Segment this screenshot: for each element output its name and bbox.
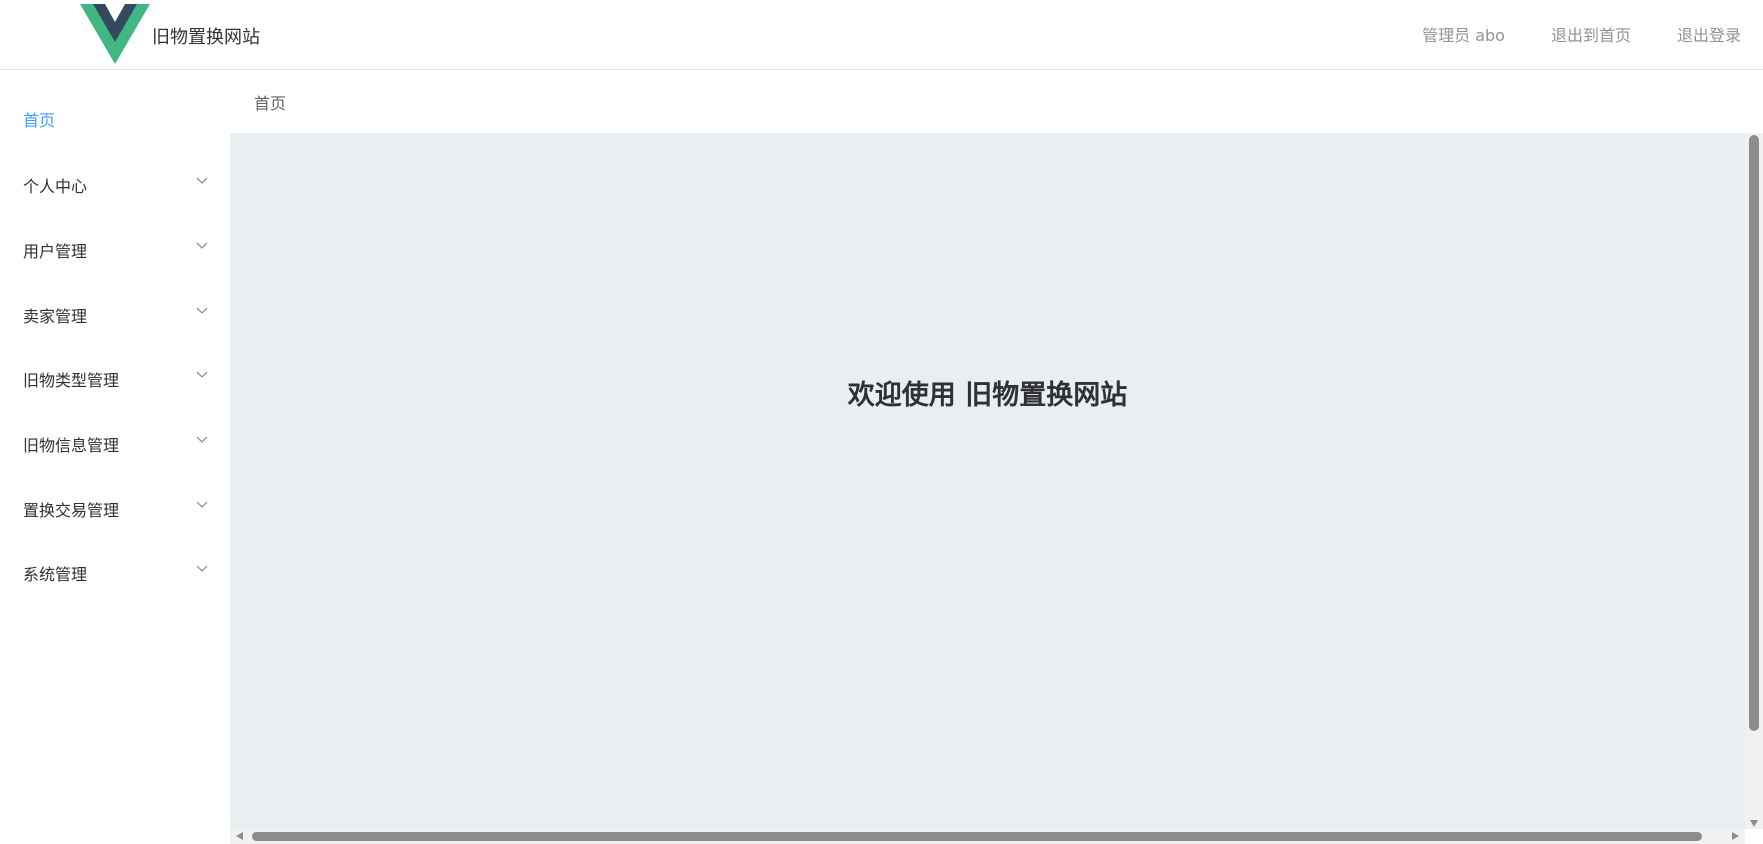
sidebar-item-label: 个人中心	[23, 177, 88, 196]
admin-user-label[interactable]: 管理员 abo	[1422, 22, 1505, 46]
exit-to-home-link[interactable]: 退出到首页	[1551, 22, 1631, 46]
top-header: 旧物置换网站 管理员 abo 退出到首页 退出登录	[0, 0, 1763, 70]
chevron-down-icon	[196, 565, 208, 572]
vertical-scrollbar[interactable]	[1745, 133, 1763, 829]
sidebar-item-home[interactable]: 首页	[0, 91, 230, 147]
site-title: 旧物置换网站	[152, 27, 260, 48]
chevron-down-icon	[196, 371, 208, 378]
sidebar-item-system-management[interactable]: 系统管理	[0, 545, 230, 601]
sidebar-item-label: 用户管理	[23, 242, 88, 261]
sidebar-menu: 首页 个人中心 用户管理 卖家管理 旧物类型管理 旧物信息管理 置换交易管理 系…	[0, 71, 230, 844]
sidebar-item-label: 首页	[23, 111, 56, 130]
sidebar-item-seller-management[interactable]: 卖家管理	[0, 287, 230, 343]
header-nav: 管理员 abo 退出到首页 退出登录	[1422, 22, 1741, 46]
sidebar-item-item-info-management[interactable]: 旧物信息管理	[0, 416, 230, 472]
sidebar-item-exchange-management[interactable]: 置换交易管理	[0, 481, 230, 537]
chevron-down-icon	[196, 436, 208, 443]
main-content: 欢迎使用 旧物置换网站	[230, 133, 1745, 829]
logo-area[interactable]: 旧物置换网站	[80, 4, 260, 64]
sidebar-item-label: 置换交易管理	[23, 501, 120, 520]
sidebar-item-label: 卖家管理	[23, 307, 88, 326]
chevron-down-icon	[196, 501, 208, 508]
horizontal-scrollbar[interactable]	[230, 829, 1745, 844]
scroll-down-arrow-icon[interactable]	[1750, 820, 1758, 827]
scroll-left-arrow-icon[interactable]	[236, 832, 243, 840]
sidebar-item-personal-center[interactable]: 个人中心	[0, 157, 230, 213]
breadcrumb-current[interactable]: 首页	[254, 94, 286, 113]
scroll-right-arrow-icon[interactable]	[1732, 832, 1739, 840]
vue-logo-icon	[80, 4, 150, 64]
sidebar-item-label: 旧物类型管理	[23, 371, 120, 390]
breadcrumb: 首页	[254, 90, 286, 114]
chevron-down-icon	[196, 242, 208, 249]
vertical-scrollbar-thumb[interactable]	[1749, 135, 1759, 731]
welcome-heading: 欢迎使用 旧物置换网站	[847, 380, 1128, 411]
sidebar-item-label: 系统管理	[23, 565, 88, 584]
chevron-down-icon	[196, 307, 208, 314]
sidebar-item-user-management[interactable]: 用户管理	[0, 222, 230, 278]
sidebar-item-label: 旧物信息管理	[23, 436, 120, 455]
chevron-down-icon	[196, 177, 208, 184]
sidebar-item-item-type-management[interactable]: 旧物类型管理	[0, 351, 230, 407]
horizontal-scrollbar-thumb[interactable]	[252, 832, 1702, 841]
logout-link[interactable]: 退出登录	[1677, 22, 1741, 46]
